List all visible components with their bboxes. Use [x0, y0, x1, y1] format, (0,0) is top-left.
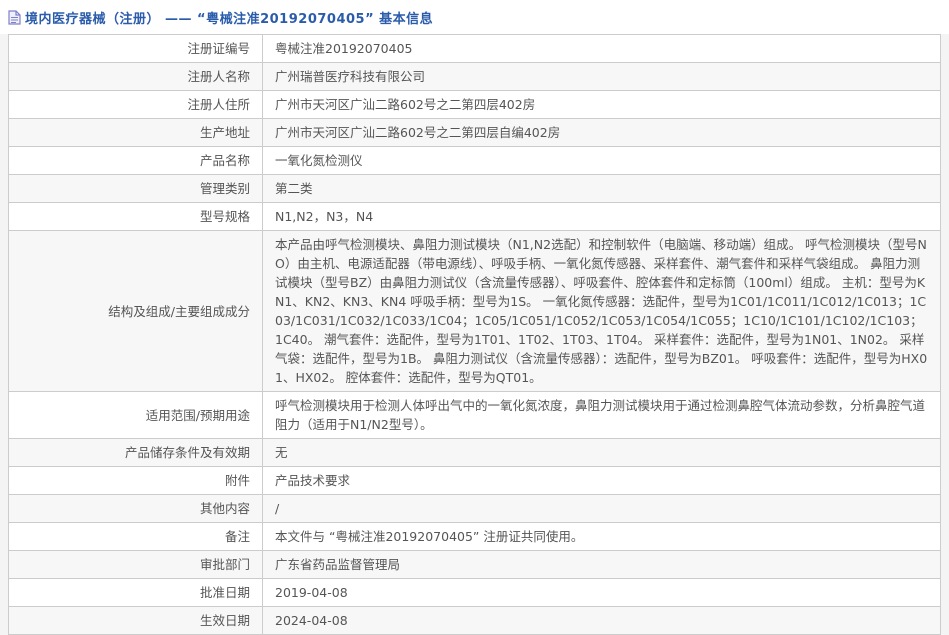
- row-value: 粤械注准20192070405: [263, 35, 941, 63]
- table-row: 注册证编号粤械注准20192070405: [9, 35, 941, 63]
- row-value: 广州瑞普医疗科技有限公司: [263, 63, 941, 91]
- row-label: 注册证编号: [9, 35, 263, 63]
- row-label: 审批部门: [9, 551, 263, 579]
- row-value: 产品技术要求: [263, 467, 941, 495]
- table-row: 注册人住所广州市天河区广汕二路602号之二第四层402房: [9, 91, 941, 119]
- row-value: 本文件与 “粤械注准20192070405” 注册证共同使用。: [263, 523, 941, 551]
- row-value: 广东省药品监督管理局: [263, 551, 941, 579]
- title-bar: 境内医疗器械（注册） —— “粤械注准20192070405” 基本信息: [0, 0, 949, 34]
- table-row: 产品名称一氧化氮检测仪: [9, 147, 941, 175]
- table-row: 结构及组成/主要组成成分本产品由呼气检测模块、鼻阻力测试模块（N1,N2选配）和…: [9, 231, 941, 392]
- row-value: /: [263, 495, 941, 523]
- page-title: 境内医疗器械（注册） —— “粤械注准20192070405” 基本信息: [25, 8, 433, 27]
- registration-info-table: 注册证编号粤械注准20192070405注册人名称广州瑞普医疗科技有限公司注册人…: [8, 34, 941, 635]
- table-row: 适用范围/预期用途呼气检测模块用于检测人体呼出气中的一氧化氮浓度，鼻阻力测试模块…: [9, 392, 941, 439]
- row-label: 生产地址: [9, 119, 263, 147]
- row-label: 适用范围/预期用途: [9, 392, 263, 439]
- row-value: 2024-04-08: [263, 607, 941, 635]
- row-value: 无: [263, 439, 941, 467]
- row-label: 生效日期: [9, 607, 263, 635]
- row-value: 呼气检测模块用于检测人体呼出气中的一氧化氮浓度，鼻阻力测试模块用于通过检测鼻腔气…: [263, 392, 941, 439]
- table-row: 生产地址广州市天河区广汕二路602号之二第四层自编402房: [9, 119, 941, 147]
- info-table-body: 注册证编号粤械注准20192070405注册人名称广州瑞普医疗科技有限公司注册人…: [9, 35, 941, 635]
- row-label: 产品储存条件及有效期: [9, 439, 263, 467]
- table-row: 审批部门广东省药品监督管理局: [9, 551, 941, 579]
- row-value: 2019-04-08: [263, 579, 941, 607]
- row-value: 一氧化氮检测仪: [263, 147, 941, 175]
- table-row: 其他内容/: [9, 495, 941, 523]
- row-label: 管理类别: [9, 175, 263, 203]
- table-row: 批准日期2019-04-08: [9, 579, 941, 607]
- table-row: 附件产品技术要求: [9, 467, 941, 495]
- table-row: 管理类别第二类: [9, 175, 941, 203]
- table-row: 产品储存条件及有效期无: [9, 439, 941, 467]
- table-row: 备注本文件与 “粤械注准20192070405” 注册证共同使用。: [9, 523, 941, 551]
- row-label: 注册人住所: [9, 91, 263, 119]
- row-label: 附件: [9, 467, 263, 495]
- row-label: 结构及组成/主要组成成分: [9, 231, 263, 392]
- row-label: 备注: [9, 523, 263, 551]
- row-value: N1,N2，N3，N4: [263, 203, 941, 231]
- table-row: 生效日期2024-04-08: [9, 607, 941, 635]
- row-value: 广州市天河区广汕二路602号之二第四层自编402房: [263, 119, 941, 147]
- document-icon: [8, 10, 21, 25]
- registration-info-table-container: 注册证编号粤械注准20192070405注册人名称广州瑞普医疗科技有限公司注册人…: [0, 34, 949, 635]
- row-label: 其他内容: [9, 495, 263, 523]
- row-label: 产品名称: [9, 147, 263, 175]
- row-value: 广州市天河区广汕二路602号之二第四层402房: [263, 91, 941, 119]
- row-value: 本产品由呼气检测模块、鼻阻力测试模块（N1,N2选配）和控制软件（电脑端、移动端…: [263, 231, 941, 392]
- row-label: 批准日期: [9, 579, 263, 607]
- table-row: 型号规格N1,N2，N3，N4: [9, 203, 941, 231]
- row-label: 注册人名称: [9, 63, 263, 91]
- row-label: 型号规格: [9, 203, 263, 231]
- row-value: 第二类: [263, 175, 941, 203]
- table-row: 注册人名称广州瑞普医疗科技有限公司: [9, 63, 941, 91]
